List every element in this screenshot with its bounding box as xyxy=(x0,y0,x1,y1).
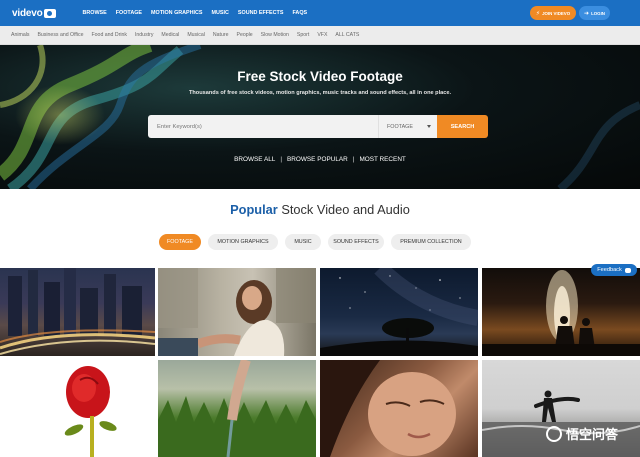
tab-sound-effects[interactable]: SOUND EFFECTS xyxy=(328,234,384,250)
join-label: JOIN VIDEVO xyxy=(542,10,571,16)
tab-footage[interactable]: FOOTAGE xyxy=(159,234,201,250)
night-sky-tree-image xyxy=(320,268,478,356)
category-sport[interactable]: Sport xyxy=(297,32,309,38)
lightning-icon: ⚡ xyxy=(535,10,541,17)
category-bar: Animals Business and Office Food and Dri… xyxy=(0,26,640,45)
hand-in-grass-image xyxy=(158,360,316,457)
hero-title: Free Stock Video Footage xyxy=(237,69,403,84)
popular-tabs: FOOTAGE MOTION GRAPHICS MUSIC SOUND EFFE… xyxy=(159,234,471,250)
category-medical[interactable]: Medical xyxy=(161,32,179,38)
videvo-logo[interactable]: videvo xyxy=(12,7,57,19)
red-rose-image xyxy=(64,366,117,457)
category-people[interactable]: People xyxy=(236,32,252,38)
city-night-image xyxy=(0,268,155,355)
watermark-logo-icon xyxy=(546,425,562,442)
main-nav: BROWSE FOOTAGE MOTION GRAPHICS MUSIC SOU… xyxy=(82,10,307,16)
woman-face-closeup-image xyxy=(320,360,456,457)
chevron-down-icon xyxy=(426,125,431,128)
search-button[interactable]: SEARCH xyxy=(437,115,488,138)
category-all-cats[interactable]: ALL CATS xyxy=(335,32,359,38)
hero-subtitle: Thousands of free stock videos, motion g… xyxy=(188,90,452,96)
logo-text: videvo xyxy=(12,7,43,19)
hero-links: BROWSE ALL | BROWSE POPULAR | MOST RECEN… xyxy=(0,156,640,163)
feedback-label: Feedback xyxy=(597,267,622,273)
browse-all-link[interactable]: BROWSE ALL xyxy=(234,156,275,163)
search-form: FOOTAGE SEARCH xyxy=(148,115,488,138)
link-separator: | xyxy=(352,156,355,163)
category-musical[interactable]: Musical xyxy=(187,32,205,38)
category-nature[interactable]: Nature xyxy=(213,32,229,38)
search-type-select[interactable]: FOOTAGE xyxy=(378,115,437,138)
video-thumbnail-city-night[interactable] xyxy=(0,268,155,356)
join-videvo-button[interactable]: ⚡ JOIN VIDEVO xyxy=(530,6,576,20)
category-vfx[interactable]: VFX xyxy=(317,32,327,38)
most-recent-link[interactable]: MOST RECENT xyxy=(359,156,405,163)
category-business[interactable]: Business and Office xyxy=(37,32,83,38)
login-label: LOGIN xyxy=(591,10,605,16)
nav-motion-graphics[interactable]: MOTION GRAPHICS xyxy=(151,10,203,16)
category-industry[interactable]: Industry xyxy=(135,32,153,38)
tab-motion-graphics[interactable]: MOTION GRAPHICS xyxy=(208,234,278,250)
category-animals[interactable]: Animals xyxy=(11,32,29,38)
nav-music[interactable]: MUSIC xyxy=(212,10,229,16)
search-type-value: FOOTAGE xyxy=(387,123,413,130)
search-input[interactable] xyxy=(148,115,378,138)
video-thumbnail-woman-face[interactable] xyxy=(320,360,478,457)
woman-holding-hand-image xyxy=(158,268,316,356)
video-thumbnail-starry-tree[interactable] xyxy=(320,268,478,356)
video-thumbnail-fountain-couple[interactable] xyxy=(482,268,640,356)
nav-footage[interactable]: FOOTAGE xyxy=(116,10,142,16)
category-slow-motion[interactable]: Slow Motion xyxy=(261,32,289,38)
chat-bubble-icon xyxy=(624,267,631,273)
camera-icon xyxy=(44,8,57,18)
top-navigation-bar: videvo BROWSE FOOTAGE MOTION GRAPHICS MU… xyxy=(0,0,640,26)
video-thumbnail-red-rose[interactable] xyxy=(0,360,155,457)
tab-music[interactable]: MUSIC xyxy=(285,234,321,250)
login-icon: ➜ xyxy=(584,10,590,17)
nav-browse[interactable]: BROWSE xyxy=(82,10,106,16)
video-thumbnail-grass-hand[interactable] xyxy=(158,360,316,457)
fountain-silhouette-image xyxy=(482,270,640,356)
video-thumbnail-holding-hands[interactable] xyxy=(158,268,316,356)
watermark-text: 悟空问答 xyxy=(566,427,619,442)
watermark: 悟空问答 xyxy=(546,424,618,443)
login-button[interactable]: ➜ LOGIN xyxy=(579,6,610,20)
category-food[interactable]: Food and Drink xyxy=(92,32,127,38)
hero-banner: Free Stock Video Footage Thousands of fr… xyxy=(0,45,640,189)
feedback-button[interactable]: Feedback xyxy=(591,264,637,276)
browse-popular-link[interactable]: BROWSE POPULAR xyxy=(287,156,348,163)
nav-faqs[interactable]: FAQS xyxy=(292,10,307,16)
popular-title-accent: Popular xyxy=(230,202,278,217)
nav-sound-effects[interactable]: SOUND EFFECTS xyxy=(238,10,284,16)
popular-section-title: Popular Stock Video and Audio xyxy=(0,202,640,217)
link-separator: | xyxy=(280,156,283,163)
tab-premium-collection[interactable]: PREMIUM COLLECTION xyxy=(391,234,471,250)
popular-title-rest: Stock Video and Audio xyxy=(281,202,410,217)
